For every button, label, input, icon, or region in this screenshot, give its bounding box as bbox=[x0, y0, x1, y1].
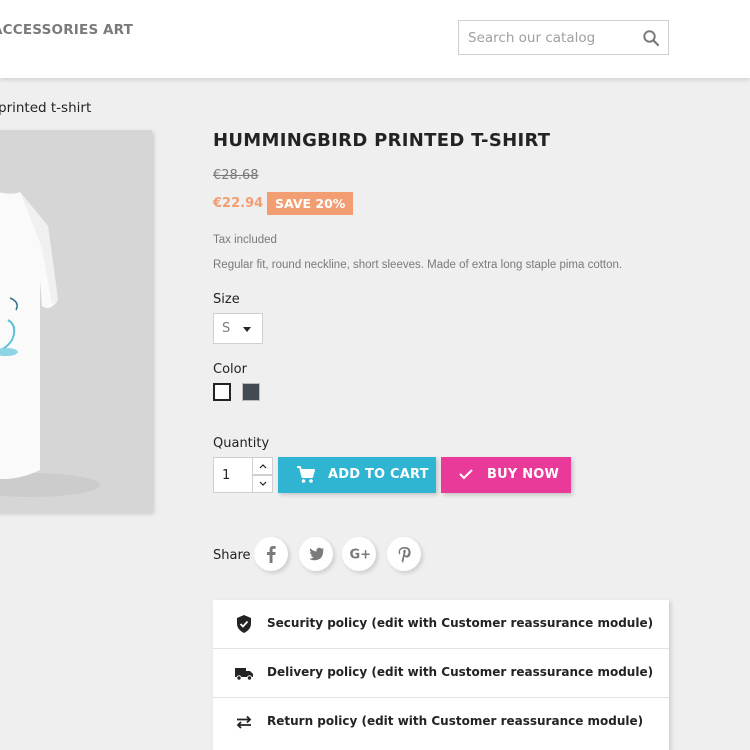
check-icon bbox=[458, 467, 474, 485]
product-image[interactable] bbox=[0, 130, 152, 512]
chevron-down-icon bbox=[259, 481, 267, 486]
reassurance-text: Security policy (edit with Customer reas… bbox=[267, 616, 654, 630]
search-input[interactable] bbox=[459, 21, 634, 54]
google-plus-icon: G+ bbox=[350, 548, 372, 563]
product-title: HUMMINGBIRD PRINTED T-SHIRT bbox=[213, 130, 551, 151]
search-icon[interactable] bbox=[642, 29, 660, 47]
nav-link-accessories[interactable]: ACCESSORIES bbox=[0, 22, 98, 38]
reassurance-item-return: Return policy (edit with Customer reassu… bbox=[213, 698, 669, 747]
discount-badge: SAVE 20% bbox=[267, 192, 354, 215]
tax-label: Tax included bbox=[213, 234, 277, 246]
shopping-cart-icon bbox=[296, 466, 316, 488]
current-price: €22.94 bbox=[213, 196, 264, 211]
svg-text:G+: G+ bbox=[350, 548, 372, 563]
share-label: Share bbox=[213, 548, 251, 563]
size-label: Size bbox=[213, 292, 240, 307]
add-to-cart-button[interactable]: ADD TO CART bbox=[278, 457, 436, 493]
breadcrumb-current: printed t-shirt bbox=[0, 100, 92, 116]
truck-icon bbox=[234, 663, 254, 683]
site-header: ACCESSORIES ART bbox=[0, 0, 750, 78]
tshirt-image bbox=[0, 130, 152, 512]
reassurance-text: Delivery policy (edit with Customer reas… bbox=[267, 665, 654, 679]
buy-now-label: BUY NOW bbox=[487, 467, 560, 482]
add-to-cart-label: ADD TO CART bbox=[328, 467, 429, 482]
share-pinterest-button[interactable] bbox=[387, 537, 421, 571]
size-select-value: S bbox=[222, 321, 231, 336]
share-google-plus-button[interactable]: G+ bbox=[342, 537, 376, 571]
quantity-increase-button[interactable] bbox=[252, 457, 273, 475]
color-swatch-white[interactable] bbox=[213, 383, 231, 401]
caret-down-icon bbox=[243, 327, 251, 332]
share-facebook-button[interactable] bbox=[254, 537, 288, 571]
quantity-decrease-button[interactable] bbox=[252, 475, 273, 493]
breadcrumb: printed t-shirt bbox=[0, 100, 91, 116]
size-select[interactable]: S bbox=[213, 313, 263, 344]
twitter-icon bbox=[309, 547, 324, 561]
regular-price: €28.68 bbox=[213, 168, 259, 183]
facebook-icon bbox=[267, 546, 276, 563]
reassurance-item-delivery: Delivery policy (edit with Customer reas… bbox=[213, 649, 669, 698]
share-twitter-button[interactable] bbox=[299, 537, 333, 571]
buy-now-button[interactable]: BUY NOW bbox=[441, 457, 571, 493]
search-box bbox=[458, 20, 669, 55]
pinterest-icon bbox=[398, 547, 411, 563]
nav-link-art[interactable]: ART bbox=[103, 22, 133, 38]
product-description: Regular fit, round neckline, short sleev… bbox=[213, 259, 623, 271]
quantity-label: Quantity bbox=[213, 436, 270, 451]
shield-check-icon bbox=[234, 614, 254, 634]
quantity-input[interactable] bbox=[213, 457, 253, 493]
reassurance-item-security: Security policy (edit with Customer reas… bbox=[213, 600, 669, 649]
color-swatch-dark[interactable] bbox=[242, 383, 260, 401]
chevron-up-icon bbox=[259, 464, 267, 469]
swap-arrows-icon bbox=[234, 712, 254, 732]
color-label: Color bbox=[213, 362, 247, 377]
reassurance-text: Return policy (edit with Customer reassu… bbox=[267, 714, 644, 728]
reassurance-block: Security policy (edit with Customer reas… bbox=[213, 600, 669, 750]
